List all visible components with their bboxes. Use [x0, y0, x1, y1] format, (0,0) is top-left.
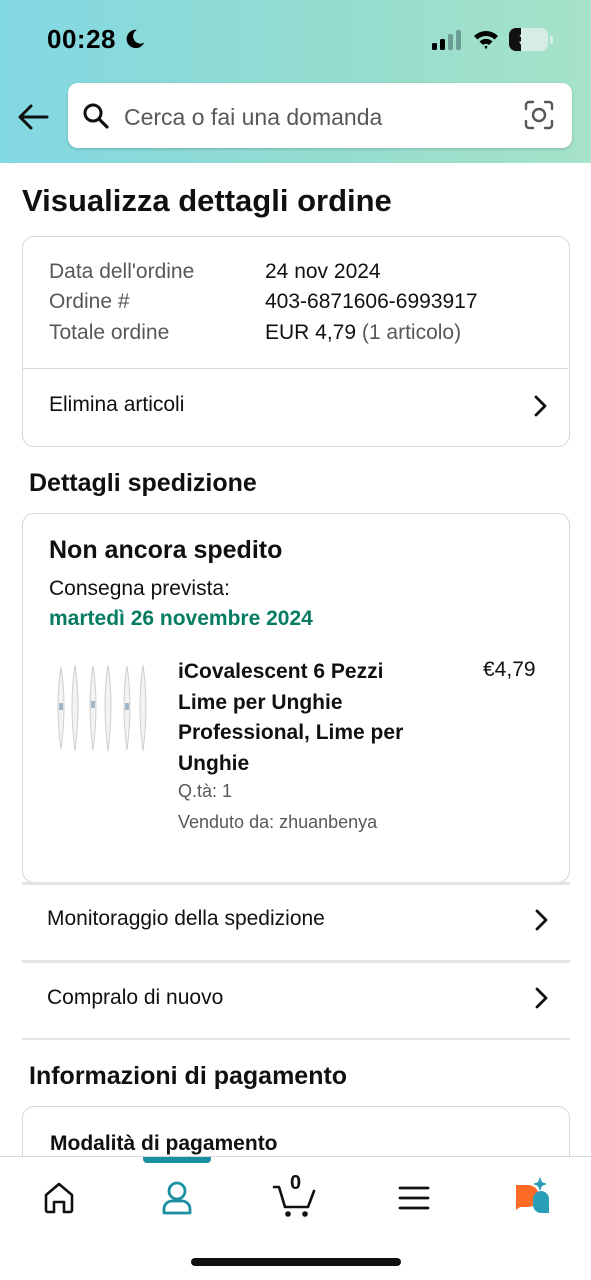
active-tab-indicator — [143, 1157, 211, 1163]
product-price: €4,79 — [483, 658, 536, 681]
delete-items-row[interactable]: Elimina articoli — [23, 369, 568, 445]
order-number-label: Ordine # — [49, 290, 130, 313]
divider — [22, 1038, 570, 1040]
chevron-right-icon — [535, 909, 548, 931]
delivery-date: martedì 26 novembre 2024 — [49, 607, 313, 630]
status-time: 00:28 — [47, 24, 116, 54]
buy-again-row[interactable]: Compralo di nuovo — [22, 963, 570, 1038]
payment-method-label: Modalità di pagamento — [50, 1132, 278, 1155]
order-total-label: Totale ordine — [49, 321, 170, 344]
home-indicator — [191, 1258, 401, 1266]
chevron-right-icon — [534, 395, 547, 417]
product-seller: Venduto da: zhuanbenya — [178, 812, 378, 832]
buy-again-link[interactable]: Compralo di nuovo — [47, 986, 223, 1010]
signal-icon — [432, 30, 461, 50]
order-date-label: Data dell'ordine — [49, 260, 195, 283]
chevron-right-icon — [535, 987, 548, 1009]
order-total-value: EUR 4,79 (1 articolo) — [265, 321, 461, 345]
search-icon[interactable] — [82, 102, 110, 130]
shipment-section-title: Dettagli spedizione — [29, 469, 257, 497]
shipment-status: Non ancora spedito — [49, 536, 283, 564]
cart-count: 0 — [290, 1172, 302, 1194]
home-icon[interactable] — [34, 1173, 84, 1223]
payment-section-title: Informazioni di pagamento — [29, 1062, 348, 1090]
order-total-items: (1 articolo) — [361, 321, 462, 344]
camera-lens-icon[interactable] — [524, 100, 554, 130]
product-title[interactable]: iCovalescent 6 Pezzi Lime per Unghie Pro… — [178, 657, 418, 779]
moon-icon — [126, 29, 145, 49]
battery-percent: 31 — [519, 30, 538, 49]
product-image[interactable] — [53, 659, 153, 759]
battery-icon: 31 — [509, 28, 553, 52]
shipment-card: Non ancora spedito Consegna prevista: ma… — [22, 513, 570, 883]
track-shipment-row[interactable]: Monitoraggio della spedizione — [22, 885, 570, 960]
product-quantity: Q.tà: 1 — [178, 781, 233, 801]
page-title: Visualizza dettagli ordine — [22, 183, 392, 218]
order-number-value: 403-6871606-6993917 — [265, 290, 478, 313]
rufus-icon[interactable] — [508, 1173, 558, 1223]
search-input[interactable] — [124, 103, 504, 131]
wifi-icon — [474, 31, 498, 50]
order-summary-card: Data dell'ordine 24 nov 2024 Ordine # 40… — [22, 236, 570, 447]
delete-items-link[interactable]: Elimina articoli — [49, 393, 184, 417]
account-icon[interactable] — [152, 1173, 202, 1223]
app-header: 00:28 31 — [0, 0, 591, 163]
search-bar[interactable] — [68, 83, 572, 148]
back-arrow-icon[interactable] — [16, 100, 50, 134]
menu-icon[interactable] — [389, 1173, 439, 1223]
status-bar: 00:28 31 — [0, 0, 591, 80]
track-shipment-link[interactable]: Monitoraggio della spedizione — [47, 907, 325, 931]
delivery-label: Consegna prevista: — [49, 577, 230, 600]
order-total-amount: EUR 4,79 — [265, 321, 357, 344]
order-date-value: 24 nov 2024 — [265, 260, 381, 283]
